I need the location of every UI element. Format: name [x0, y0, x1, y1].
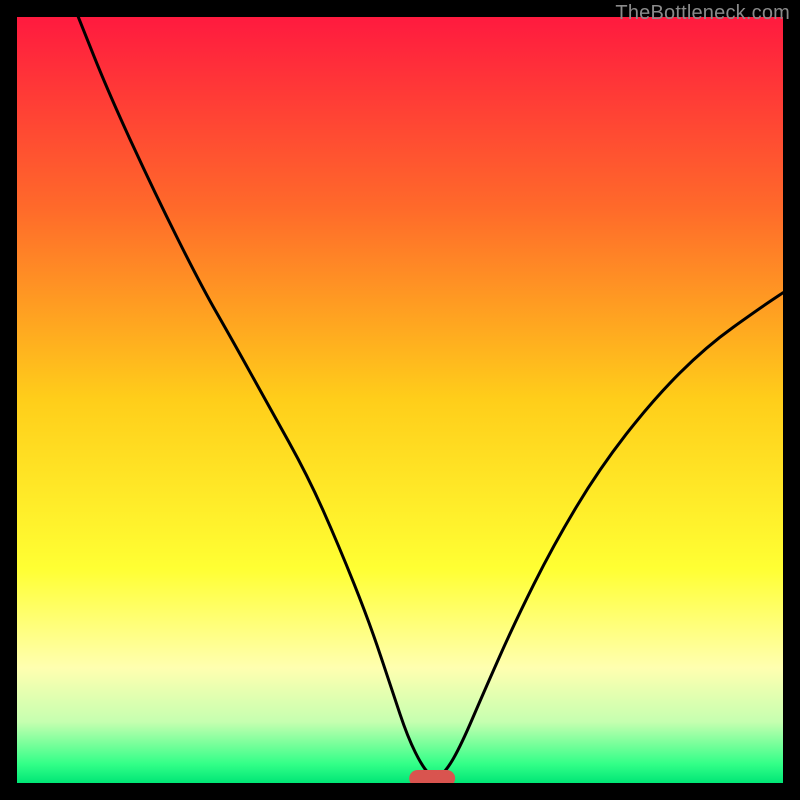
gradient-background — [17, 17, 783, 783]
plot-area — [17, 17, 783, 783]
chart-svg — [17, 17, 783, 783]
watermark-text: TheBottleneck.com — [615, 2, 790, 25]
chart-frame: TheBottleneck.com — [0, 0, 800, 800]
optimal-marker — [409, 770, 455, 783]
